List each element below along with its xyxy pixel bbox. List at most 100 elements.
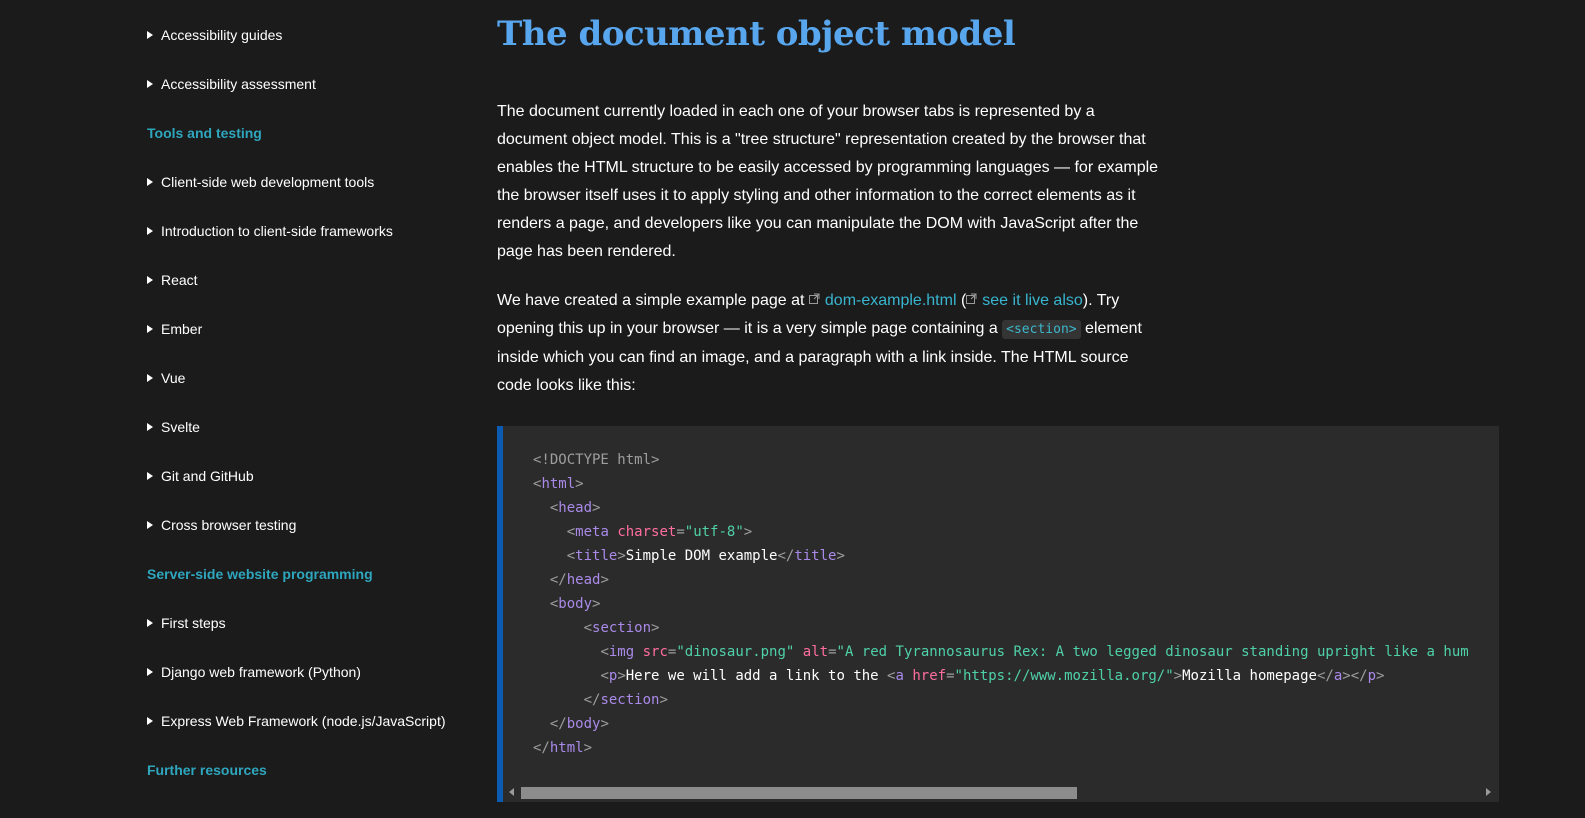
code-token: title: [575, 548, 618, 564]
code-token: Mozilla homepage: [1182, 668, 1317, 684]
code-token: meta: [575, 524, 609, 540]
sidebar-item-client-side-tools[interactable]: Client-side web development tools: [147, 174, 374, 190]
triangle-right-icon: [147, 80, 153, 88]
paragraph-text: (: [956, 292, 967, 309]
code-line: <meta charset="utf-8">: [533, 524, 753, 540]
code-token: src: [642, 644, 668, 660]
sidebar-item-react[interactable]: React: [147, 272, 198, 288]
code-token: >: [592, 500, 601, 516]
sidebar-section-server-side[interactable]: Server-side website programming: [147, 566, 373, 582]
code-line: <html>: [533, 476, 584, 492]
code-line: <body>: [533, 596, 601, 612]
code-token: </: [1316, 668, 1334, 684]
triangle-right-icon: [147, 619, 153, 627]
code-listing: <!DOCTYPE html> <html> <head> <meta char…: [533, 448, 1469, 760]
see-it-live-link[interactable]: see it live also: [982, 292, 1083, 309]
code-token: p: [1367, 668, 1376, 684]
code-line: <head>: [533, 500, 601, 516]
sidebar-item-django[interactable]: Django web framework (Python): [147, 664, 361, 680]
sidebar-item-cross-browser-testing[interactable]: Cross browser testing: [147, 517, 296, 533]
code-token: >: [600, 572, 609, 588]
scroll-right-arrow-icon[interactable]: [1486, 788, 1491, 796]
triangle-right-icon: [147, 668, 153, 676]
code-token: "utf-8": [684, 524, 744, 540]
code-line: <p>Here we will add a link to the <a hre…: [533, 668, 1384, 684]
sidebar-item-accessibility-guides[interactable]: Accessibility guides: [147, 27, 282, 43]
sidebar-item-label: First steps: [161, 615, 226, 631]
sidebar-item-ember[interactable]: Ember: [147, 321, 202, 337]
code-token: >: [743, 524, 753, 540]
main-content: The document object model The document c…: [497, 0, 1585, 818]
sidebar-item-label: Ember: [161, 321, 203, 337]
sidebar-section-further-resources[interactable]: Further resources: [147, 762, 267, 778]
code-token: >: [600, 716, 609, 732]
page-title: The document object model: [497, 14, 1016, 54]
sidebar-item-accessibility-assessment[interactable]: Accessibility assessment: [147, 76, 316, 92]
code-line: </section>: [533, 692, 668, 708]
code-block: <!DOCTYPE html> <html> <head> <meta char…: [497, 426, 1499, 802]
sidebar-item-client-side-frameworks[interactable]: Introduction to client-side frameworks: [147, 223, 393, 239]
paragraph-text: We have created a simple example page at: [497, 292, 809, 309]
code-token: </: [583, 692, 601, 708]
triangle-right-icon: [147, 178, 153, 186]
triangle-right-icon: [147, 521, 153, 529]
sidebar-item-git-and-github[interactable]: Git and GitHub: [147, 468, 254, 484]
code-token: >: [651, 620, 660, 636]
section-code-snippet: <section>: [1002, 320, 1081, 339]
code-token: >: [1173, 668, 1183, 684]
sidebar-item-label: Accessibility assessment: [161, 76, 316, 92]
sidebar-item-express[interactable]: Express Web Framework (node.js/JavaScrip…: [147, 713, 446, 729]
code-line: </html>: [533, 740, 592, 756]
sidebar-item-label: Vue: [161, 370, 186, 386]
code-token: </: [777, 548, 795, 564]
code-token: <: [566, 524, 576, 540]
code-token: <: [583, 620, 593, 636]
triangle-right-icon: [147, 374, 153, 382]
code-line: <section>: [533, 620, 660, 636]
code-token: >: [617, 668, 626, 684]
code-token: charset: [617, 524, 677, 540]
sidebar-item-vue[interactable]: Vue: [147, 370, 185, 386]
code-token: >: [617, 548, 626, 564]
code-token: href: [912, 668, 947, 684]
code-scrollbar[interactable]: [503, 784, 1499, 802]
code-token: =: [828, 644, 837, 660]
code-token: >: [583, 740, 593, 756]
triangle-right-icon: [147, 276, 153, 284]
sidebar-item-label: React: [161, 272, 198, 288]
code-token: >: [1376, 668, 1385, 684]
external-link-icon: [808, 293, 820, 304]
code-token: Here we will add a link to the: [625, 668, 888, 684]
code-token: "A red Tyrannosaurus Rex: A two legged d…: [836, 644, 1469, 660]
code-token: "https://www.mozilla.org/": [954, 668, 1174, 684]
code-token: title: [794, 548, 837, 564]
code-line: <title>Simple DOM example</title>: [533, 548, 845, 564]
scrollbar-thumb[interactable]: [521, 787, 1077, 799]
sidebar-item-label: Accessibility guides: [161, 27, 283, 43]
code-token: img: [608, 644, 635, 660]
code-token: html: [549, 740, 584, 756]
code-token: a: [1333, 668, 1343, 684]
code-token: a: [895, 668, 904, 684]
scroll-left-arrow-icon[interactable]: [509, 788, 514, 796]
code-token: DOCTYPE html: [549, 452, 652, 468]
sidebar-item-first-steps[interactable]: First steps: [147, 615, 226, 631]
code-token: alt: [802, 644, 829, 660]
code-token: >: [651, 452, 660, 468]
sidebar-section-tools-and-testing[interactable]: Tools and testing: [147, 125, 262, 141]
sidebar-item-label: Express Web Framework (node.js/JavaScrip…: [161, 713, 446, 729]
code-token: </: [549, 572, 567, 588]
code-token: <!: [533, 452, 550, 468]
code-line: <img src="dinosaur.png" alt="A red Tyran…: [533, 644, 1469, 660]
sidebar-item-svelte[interactable]: Svelte: [147, 419, 200, 435]
triangle-right-icon: [147, 227, 153, 235]
code-token: =: [676, 524, 685, 540]
dom-example-link[interactable]: dom-example.html: [825, 292, 957, 309]
triangle-right-icon: [147, 325, 153, 333]
code-token: body: [558, 596, 593, 612]
code-token: section: [592, 620, 652, 636]
sidebar-item-label: Client-side web development tools: [161, 174, 375, 190]
sidebar-item-label: Git and GitHub: [161, 468, 254, 484]
